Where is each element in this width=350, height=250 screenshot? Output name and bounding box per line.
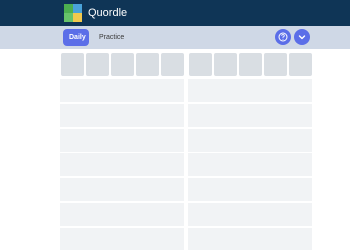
board-row-empty xyxy=(188,79,312,102)
game-board-1 xyxy=(60,53,184,250)
board-row-empty xyxy=(188,104,312,127)
board-row-empty xyxy=(188,153,312,176)
top-header: Quordle xyxy=(0,0,350,26)
board-row-empty xyxy=(188,178,312,201)
board-row-empty xyxy=(188,129,312,152)
quordle-app: Quordle Daily Practice xyxy=(0,0,350,250)
board-row-empty xyxy=(60,203,184,226)
mode-nav: Daily Practice xyxy=(0,26,350,49)
question-circle-icon xyxy=(278,32,288,42)
game-board-2 xyxy=(188,53,312,250)
letter-tile xyxy=(189,53,212,76)
letter-tile xyxy=(86,53,109,76)
board-row-empty xyxy=(188,228,312,250)
board-row-current xyxy=(188,53,312,76)
quordle-logo-icon xyxy=(64,4,82,22)
board-row-empty xyxy=(60,104,184,127)
letter-tile xyxy=(289,53,312,76)
letter-tile xyxy=(239,53,262,76)
menu-toggle-button[interactable] xyxy=(294,29,310,45)
tab-daily[interactable]: Daily xyxy=(63,29,89,46)
board-row-empty xyxy=(60,228,184,250)
letter-tile xyxy=(264,53,287,76)
help-button[interactable] xyxy=(275,29,291,45)
board-row-empty xyxy=(188,203,312,226)
chevron-down-icon xyxy=(298,35,306,40)
tab-practice[interactable]: Practice xyxy=(93,29,130,46)
board-row-current xyxy=(60,53,184,76)
letter-tile xyxy=(161,53,184,76)
letter-tile xyxy=(214,53,237,76)
board-row-empty xyxy=(60,79,184,102)
app-title: Quordle xyxy=(88,7,128,19)
letter-tile xyxy=(61,53,84,76)
board-row-empty xyxy=(60,153,184,176)
letter-tile xyxy=(111,53,134,76)
board-row-empty xyxy=(60,129,184,152)
board-row-empty xyxy=(60,178,184,201)
letter-tile xyxy=(136,53,159,76)
